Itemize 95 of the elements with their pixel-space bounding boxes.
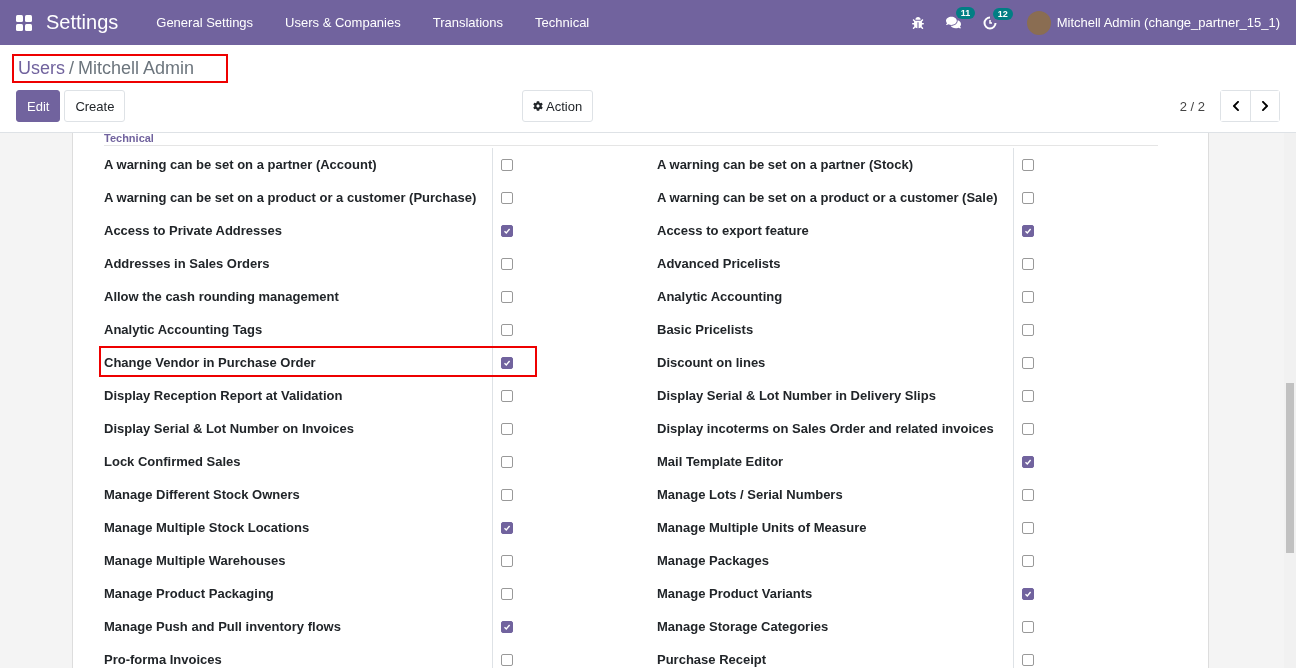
setting-label: Manage Product Packaging <box>104 585 275 603</box>
checkbox[interactable] <box>501 224 513 237</box>
chat-icon[interactable] <box>945 15 961 30</box>
app-title: Settings <box>46 11 119 34</box>
section-title: Technical <box>104 133 1158 146</box>
user-menu[interactable]: Mitchell Admin (change_partner_15_1) <box>1056 15 1280 30</box>
checkbox[interactable] <box>501 257 513 270</box>
checkbox[interactable] <box>1022 587 1034 600</box>
setting-label: Display incoterms on Sales Order and related invoices <box>657 420 995 438</box>
gear-icon <box>533 101 543 111</box>
setting-label: Change Vendor in Purchase Order <box>104 354 317 372</box>
checkbox[interactable] <box>1022 257 1034 270</box>
checkbox[interactable] <box>501 521 513 534</box>
setting-label: Analytic Accounting Tags <box>104 321 264 339</box>
setting-label: Access to export feature <box>657 222 810 240</box>
checkbox[interactable] <box>1022 653 1034 666</box>
setting-label: Display Serial & Lot Number on Invoices <box>104 420 355 438</box>
setting-label: A warning can be set on a product or a customer (Purchase) <box>104 189 478 207</box>
checkbox[interactable] <box>1022 191 1034 204</box>
checkbox[interactable] <box>501 290 513 303</box>
setting-label: Manage Multiple Stock Locations <box>104 519 311 537</box>
pager-value: 2 / 2 <box>1179 98 1205 114</box>
setting-label: Manage Product Variants <box>657 585 814 603</box>
checkbox[interactable] <box>501 653 513 666</box>
checkbox[interactable] <box>501 389 513 402</box>
checkbox[interactable] <box>1022 290 1034 303</box>
action-button[interactable]: Action <box>522 90 594 122</box>
checkbox[interactable] <box>1022 323 1034 336</box>
checkmark-icon <box>503 226 511 235</box>
checkmark-icon <box>1024 226 1032 235</box>
checkbox[interactable] <box>1022 389 1034 402</box>
setting-label: Display Reception Report at Validation <box>104 387 344 405</box>
checkmark-icon <box>1024 457 1032 466</box>
checkbox[interactable] <box>501 158 513 171</box>
checkbox[interactable] <box>501 191 513 204</box>
checkbox[interactable] <box>501 323 513 336</box>
setting-label: Manage Multiple Units of Measure <box>657 519 868 537</box>
setting-label: A warning can be set on a product or a customer (Sale) <box>657 189 999 207</box>
message-count-badge: 11 <box>955 7 976 19</box>
checkbox[interactable] <box>501 356 513 369</box>
breadcrumb-current: Mitchell Admin <box>78 58 195 79</box>
setting-label: Manage Multiple Warehouses <box>104 552 287 570</box>
checkmark-icon <box>503 358 511 367</box>
setting-label: Advanced Pricelists <box>657 255 782 273</box>
checkbox[interactable] <box>1022 620 1034 633</box>
setting-label: Basic Pricelists <box>657 321 755 339</box>
setting-label: Discount on lines <box>657 354 767 372</box>
create-button[interactable]: Create <box>64 90 126 122</box>
checkbox[interactable] <box>1022 422 1034 435</box>
setting-label: Lock Confirmed Sales <box>104 453 242 471</box>
setting-label: Display Serial & Lot Number in Delivery Slips <box>657 387 937 405</box>
checkbox[interactable] <box>501 422 513 435</box>
breadcrumb-separator: / <box>69 58 75 79</box>
menu-item[interactable]: Users & Companies <box>269 15 417 30</box>
checkbox[interactable] <box>501 455 513 468</box>
checkbox[interactable] <box>1022 356 1034 369</box>
setting-label: Allow the cash rounding management <box>104 288 340 306</box>
setting-label: Manage Lots / Serial Numbers <box>657 486 844 504</box>
checkbox[interactable] <box>1022 455 1034 468</box>
checkbox[interactable] <box>501 488 513 501</box>
clock-icon[interactable] <box>982 15 997 30</box>
breadcrumb-link[interactable]: Users <box>18 58 65 79</box>
setting-label: A warning can be set on a partner (Stock) <box>657 156 914 174</box>
checkbox[interactable] <box>1022 158 1034 171</box>
setting-label: Manage Different Stock Owners <box>104 486 301 504</box>
setting-label: Analytic Accounting <box>657 288 784 306</box>
checkbox[interactable] <box>1022 224 1034 237</box>
setting-label: Manage Packages <box>657 552 770 570</box>
checkmark-icon <box>503 622 511 631</box>
setting-label: Manage Push and Pull inventory flows <box>104 618 342 636</box>
next-button[interactable] <box>1250 91 1279 121</box>
activity-count-badge: 12 <box>992 7 1013 20</box>
checkmark-icon <box>503 523 511 532</box>
setting-label: Pro-forma Invoices <box>104 651 223 668</box>
setting-label: Mail Template Editor <box>657 453 785 471</box>
checkbox[interactable] <box>501 554 513 567</box>
menu-item[interactable]: Technical <box>519 15 606 30</box>
setting-label: Access to Private Addresses <box>104 222 283 240</box>
setting-label: Addresses in Sales Orders <box>104 255 271 273</box>
checkbox[interactable] <box>1022 554 1034 567</box>
chevron-right-icon <box>1259 100 1271 112</box>
setting-label: Purchase Receipt <box>657 651 768 668</box>
checkbox[interactable] <box>1022 521 1034 534</box>
apps-menu-icon[interactable] <box>16 14 32 31</box>
edit-button[interactable]: Edit <box>16 90 61 122</box>
checkbox[interactable] <box>501 620 513 633</box>
setting-label: A warning can be set on a partner (Account) <box>104 156 378 174</box>
bug-icon[interactable] <box>911 16 924 29</box>
menu-item[interactable]: General Settings <box>140 15 270 30</box>
scrollbar-thumb[interactable] <box>1286 383 1294 553</box>
menu-item[interactable]: Translations <box>416 15 520 30</box>
checkbox[interactable] <box>501 587 513 600</box>
setting-label: Manage Storage Categories <box>657 618 830 636</box>
checkbox[interactable] <box>1022 488 1034 501</box>
checkmark-icon <box>1024 589 1032 598</box>
